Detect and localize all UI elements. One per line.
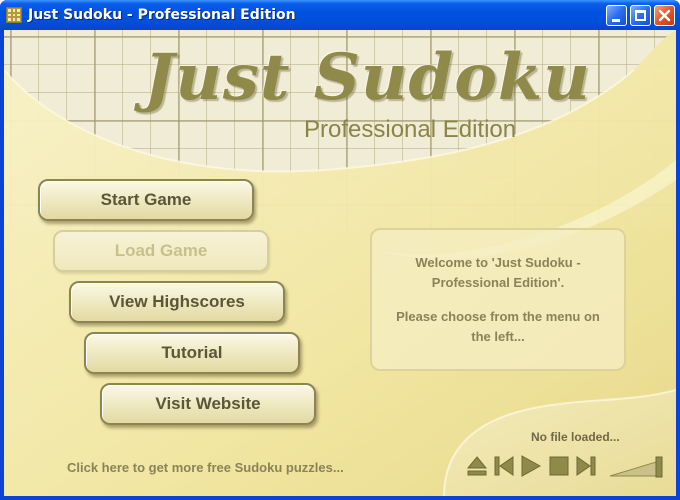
maximize-icon (635, 10, 646, 21)
stop-icon (549, 456, 569, 476)
eject-icon (466, 456, 488, 476)
volume-slider-icon (609, 456, 663, 478)
instruction-text: Please choose from the menu on the left.… (396, 308, 600, 344)
more-puzzles-link[interactable]: Click here to get more free Sudoku puzzl… (67, 460, 344, 475)
close-icon (658, 9, 671, 22)
close-button[interactable] (654, 5, 675, 26)
welcome-text: Welcome to 'Just Sudoku - Professional E… (415, 254, 581, 290)
previous-icon (494, 456, 514, 476)
play-button[interactable] (519, 454, 541, 478)
sudoku-grid-icon[interactable] (6, 7, 22, 23)
logo-subtitle: Professional Edition (304, 116, 517, 143)
tutorial-button[interactable]: Tutorial (84, 332, 300, 374)
start-game-button[interactable]: Start Game (38, 179, 254, 221)
volume-slider[interactable] (608, 456, 664, 478)
visit-website-button[interactable]: Visit Website (100, 383, 316, 425)
minimize-icon (612, 19, 620, 22)
player-status: No file loaded... (531, 430, 620, 444)
stop-button[interactable] (548, 454, 570, 478)
welcome-message-box: Welcome to 'Just Sudoku - Professional E… (370, 228, 626, 371)
play-icon (521, 455, 541, 477)
app-window: Just Sudoku - Professional Edition Just … (0, 0, 680, 500)
title-bar[interactable]: Just Sudoku - Professional Edition (0, 0, 680, 30)
next-button[interactable] (575, 454, 597, 478)
maximize-button[interactable] (630, 5, 651, 26)
view-highscores-button[interactable]: View Highscores (69, 281, 285, 323)
minimize-button[interactable] (606, 5, 627, 26)
next-icon (576, 456, 596, 476)
eject-button[interactable] (466, 454, 488, 478)
client-area: Just Sudoku Professional Edition Start G… (4, 30, 676, 496)
previous-button[interactable] (493, 454, 515, 478)
window-frame-bottom (0, 496, 680, 500)
logo-title: Just Sudoku (144, 40, 591, 115)
window-title: Just Sudoku - Professional Edition (28, 7, 296, 23)
load-game-button[interactable]: Load Game (53, 230, 269, 272)
